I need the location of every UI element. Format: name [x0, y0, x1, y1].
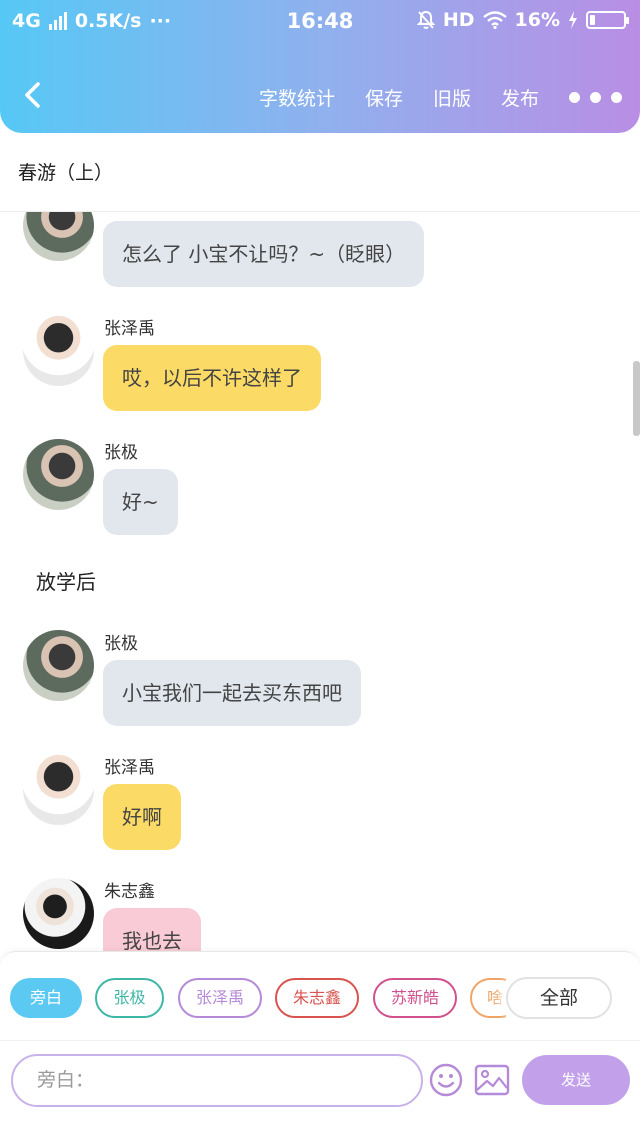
- divider: [0, 1040, 640, 1041]
- avatar[interactable]: [23, 754, 94, 825]
- mute-bell-icon: [416, 10, 435, 29]
- chip-character[interactable]: 张极: [95, 978, 164, 1018]
- status-bar: 4G 0.5K/s ··· 16:48 HD 16%: [0, 0, 640, 44]
- chip-character[interactable]: 啥: [470, 978, 506, 1018]
- chat-area[interactable]: 怎么了 小宝不让吗？~（眨眼） 张泽禹 哎，以后不许这样了 张极 好~ 放学后 …: [0, 212, 640, 952]
- character-chip-list[interactable]: 旁白 张极 张泽禹 朱志鑫 苏新皓 啥: [10, 978, 506, 1020]
- avatar[interactable]: [23, 878, 94, 949]
- chip-character[interactable]: 张泽禹: [178, 978, 262, 1018]
- old-version-button[interactable]: 旧版: [433, 84, 471, 111]
- message-input[interactable]: 旁白：: [11, 1054, 423, 1107]
- word-count-button[interactable]: 字数统计: [259, 84, 335, 111]
- avatar[interactable]: [23, 439, 94, 510]
- app-header: 4G 0.5K/s ··· 16:48 HD 16% 字数统计 保存 旧版 发布: [0, 0, 640, 133]
- all-characters-button[interactable]: 全部: [506, 977, 612, 1019]
- message-bubble[interactable]: 我也去: [103, 908, 201, 952]
- message-bubble[interactable]: 哎，以后不许这样了: [103, 345, 321, 411]
- document-title[interactable]: 春游（上）: [18, 158, 113, 185]
- message-bubble[interactable]: 小宝我们一起去买东西吧: [103, 660, 361, 726]
- speaker-name: 张极: [104, 443, 138, 463]
- composer-panel: 旁白 张极 张泽禹 朱志鑫 苏新皓 啥 全部 旁白： 发送: [0, 951, 640, 1138]
- status-right: HD 16%: [416, 9, 629, 31]
- publish-button[interactable]: 发布: [501, 84, 539, 111]
- message-bubble[interactable]: 好~: [103, 469, 178, 535]
- wifi-icon: [482, 11, 507, 29]
- chip-character[interactable]: 朱志鑫: [275, 978, 359, 1018]
- scrollbar[interactable]: [633, 361, 640, 436]
- send-button[interactable]: 发送: [522, 1055, 630, 1105]
- image-icon[interactable]: [474, 1064, 510, 1096]
- speaker-name: 张泽禹: [104, 319, 155, 339]
- message-bubble[interactable]: 好啊: [103, 784, 181, 850]
- speaker-name: 朱志鑫: [104, 882, 155, 902]
- emoji-icon[interactable]: [429, 1063, 463, 1097]
- chip-narrator[interactable]: 旁白: [10, 978, 82, 1018]
- save-button[interactable]: 保存: [365, 84, 403, 111]
- avatar[interactable]: [23, 315, 94, 386]
- avatar[interactable]: [23, 630, 94, 701]
- battery-percent: 16%: [514, 9, 560, 31]
- speaker-name: 张泽禹: [104, 758, 155, 778]
- avatar[interactable]: [23, 212, 94, 261]
- charging-icon: [569, 11, 577, 29]
- back-arrow-icon[interactable]: [18, 78, 48, 112]
- more-options-icon[interactable]: [569, 91, 622, 103]
- editor-toolbar: 字数统计 保存 旧版 发布: [259, 80, 640, 114]
- message-bubble[interactable]: 怎么了 小宝不让吗？~（眨眼）: [103, 221, 425, 287]
- hd-indicator: HD: [442, 9, 475, 31]
- speaker-name: 张极: [104, 634, 138, 654]
- chip-character[interactable]: 苏新皓: [373, 978, 457, 1018]
- narration-text[interactable]: 放学后: [36, 566, 96, 595]
- battery-icon: [586, 11, 629, 29]
